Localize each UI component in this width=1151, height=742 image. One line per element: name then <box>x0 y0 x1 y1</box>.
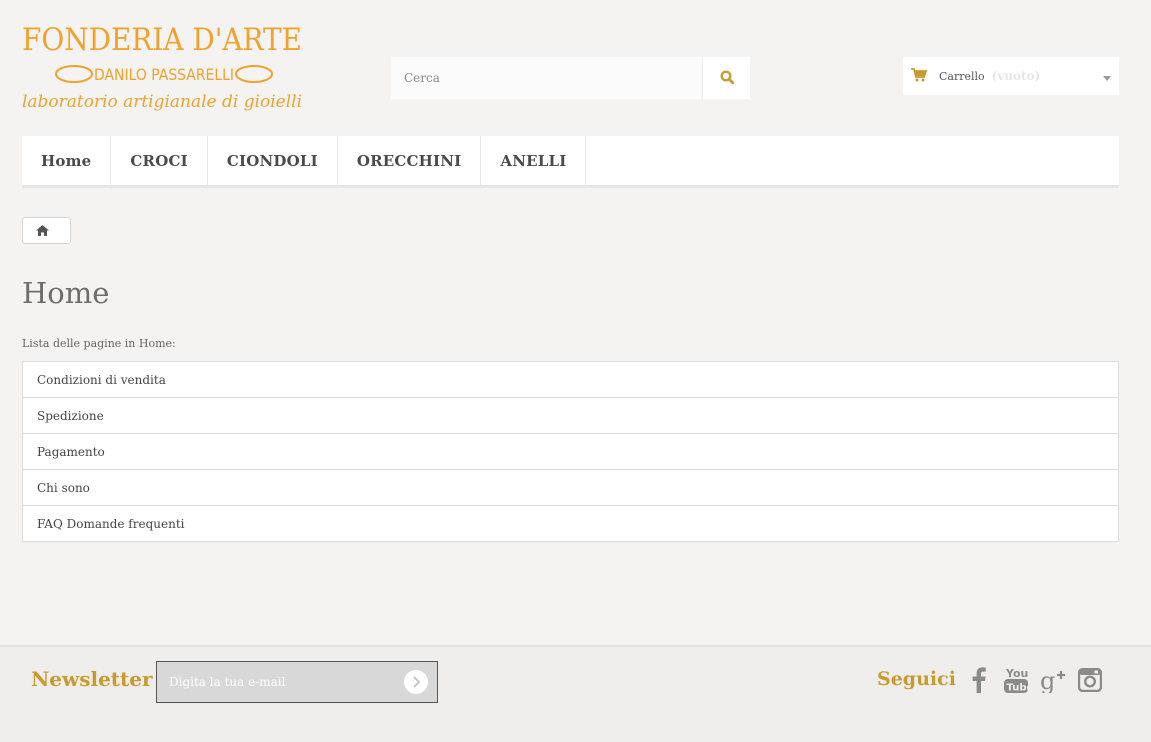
menu-item-ciondoli[interactable]: CIONDOLI <box>208 136 338 185</box>
svg-text:You: You <box>1005 667 1028 680</box>
page-list-item-condizioni[interactable]: Condizioni di vendita <box>22 361 1119 398</box>
chevron-down-icon <box>1103 76 1111 81</box>
newsletter-email-input[interactable] <box>157 675 404 689</box>
page-list-item-pagamento[interactable]: Pagamento <box>22 433 1119 470</box>
newsletter-form <box>156 661 438 703</box>
chevron-right-icon <box>411 673 421 692</box>
shopping-cart-icon <box>911 67 928 86</box>
cart-dropdown[interactable]: Carrello (vuoto) <box>903 57 1119 95</box>
menu-item-home[interactable]: Home <box>22 136 112 185</box>
page-list-item-chi-sono[interactable]: Chi sono <box>22 469 1119 506</box>
search-input[interactable] <box>391 57 702 99</box>
cart-status: (vuoto) <box>991 69 1041 83</box>
facebook-link[interactable] <box>966 667 992 697</box>
page-list: Condizioni di vendita Spedizione Pagamen… <box>22 361 1119 542</box>
logo-line-2: DANILO PASSARELLI <box>94 65 234 84</box>
page-list-item-spedizione[interactable]: Spedizione <box>22 397 1119 434</box>
youtube-link[interactable]: You Tube <box>1003 666 1034 698</box>
newsletter-submit-button[interactable] <box>404 670 428 694</box>
footer: Newsletter Seguici You Tube <box>0 645 1151 742</box>
site-logo[interactable]: FONDERIA D'ARTE DANILO PASSARELLI labora… <box>22 14 304 114</box>
cart-label: Carrello <box>939 69 985 83</box>
logo-line-3: laboratorio artigianale di gioielli <box>22 92 302 112</box>
svg-text:g: g <box>1040 667 1055 693</box>
instagram-link[interactable] <box>1077 667 1103 697</box>
facebook-icon <box>972 667 986 697</box>
svg-text:Tube: Tube <box>1007 683 1029 694</box>
breadcrumb[interactable] <box>22 217 71 244</box>
page-title: Home <box>22 276 110 310</box>
search-bar <box>391 57 750 99</box>
menu-item-anelli[interactable]: ANELLI <box>481 136 587 185</box>
social-title: Seguici <box>877 668 956 690</box>
menu-item-croci[interactable]: CROCI <box>111 136 208 185</box>
page-list-label: Lista delle pagine in Home: <box>22 337 176 350</box>
main-menu: Home CROCI CIONDOLI ORECCHINI ANELLI <box>22 136 1119 188</box>
google-plus-link[interactable]: g <box>1040 667 1066 697</box>
logo-line-1: FONDERIA D'ARTE <box>22 22 302 58</box>
search-icon <box>719 69 734 88</box>
page-list-item-faq[interactable]: FAQ Domande frequenti <box>22 505 1119 542</box>
youtube-icon: You Tube <box>1004 666 1034 698</box>
google-plus-icon: g <box>1040 667 1066 697</box>
home-icon <box>36 221 49 240</box>
search-button[interactable] <box>702 57 750 99</box>
newsletter-title: Newsletter <box>31 667 153 691</box>
instagram-icon <box>1077 667 1103 696</box>
menu-item-orecchini[interactable]: ORECCHINI <box>338 136 482 185</box>
